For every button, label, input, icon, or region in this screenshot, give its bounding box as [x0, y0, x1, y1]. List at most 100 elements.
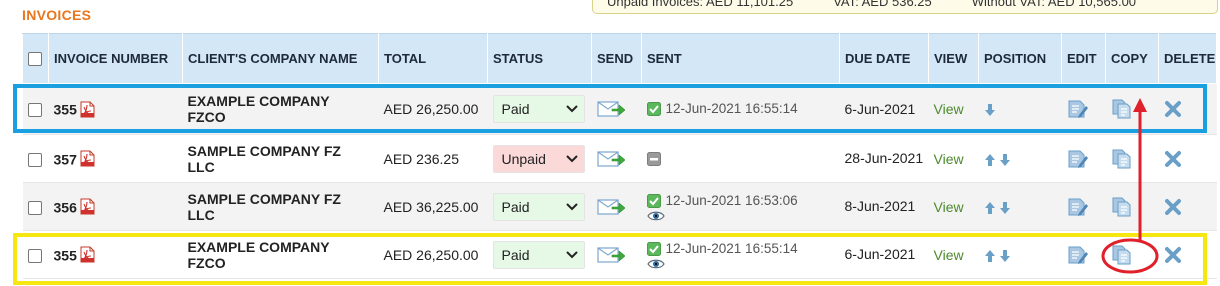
- client-name-line1: SAMPLE COMPANY FZ: [187, 142, 342, 159]
- arrow-down-icon[interactable]: [984, 103, 996, 117]
- section-title: INVOICES: [22, 7, 92, 23]
- arrow-down-icon[interactable]: [999, 201, 1011, 215]
- send-email-icon[interactable]: [597, 100, 625, 118]
- table-row: 355 EXAMPLE COMPANY FZCO AED 26,250.00 Pa…: [22, 83, 1217, 135]
- invoice-total: AED 36,225.00: [378, 182, 488, 231]
- invoice-summary-box: Unpaid Invoices: AED 11,101.25 VAT: AED …: [592, 0, 1218, 14]
- pdf-file-icon[interactable]: [80, 150, 95, 167]
- row-checkbox[interactable]: [27, 200, 42, 215]
- copy-icon[interactable]: [1111, 245, 1133, 265]
- header-sent[interactable]: SENT: [641, 33, 840, 84]
- view-link[interactable]: View: [934, 151, 964, 167]
- delete-x-icon[interactable]: [1164, 246, 1182, 264]
- header-edit: EDIT: [1061, 33, 1106, 84]
- due-date: 8-Jun-2021: [839, 182, 929, 231]
- client-name-line1: SAMPLE COMPANY FZ: [187, 190, 342, 207]
- arrow-down-icon[interactable]: [999, 249, 1011, 263]
- check-sent-icon: [647, 242, 661, 256]
- send-email-icon[interactable]: [597, 198, 625, 216]
- header-status[interactable]: STATUS: [487, 33, 592, 84]
- header-invoice-number[interactable]: INVOICE NUMBER: [48, 33, 183, 84]
- due-date: 28-Jun-2021: [839, 134, 929, 183]
- pdf-file-icon[interactable]: [80, 198, 95, 215]
- chevron-down-icon: [566, 203, 578, 211]
- check-sent-icon: [647, 102, 661, 116]
- table-row: 355 EXAMPLE COMPANY FZCO AED 26,250.00 Pa…: [22, 230, 1217, 279]
- invoice-total: AED 236.25: [378, 134, 488, 183]
- arrow-down-icon[interactable]: [999, 153, 1011, 167]
- status-select[interactable]: Paid: [492, 192, 585, 221]
- invoice-total: AED 26,250.00: [378, 230, 488, 279]
- edit-icon[interactable]: [1067, 197, 1089, 217]
- copy-icon[interactable]: [1111, 197, 1133, 217]
- delete-x-icon[interactable]: [1164, 150, 1182, 168]
- view-link[interactable]: View: [934, 101, 964, 117]
- due-date: 6-Jun-2021: [839, 230, 929, 279]
- status-value: Paid: [501, 198, 530, 215]
- header-client[interactable]: CLIENT'S COMPANY NAME: [182, 33, 379, 84]
- status-value: Paid: [501, 246, 530, 263]
- invoice-number: 357: [53, 150, 77, 167]
- client-name-line2: FZCO: [187, 254, 226, 271]
- unpaid-total: Unpaid Invoices: AED 11,101.25: [607, 0, 794, 9]
- check-sent-icon: [647, 194, 661, 208]
- copy-icon[interactable]: [1111, 99, 1133, 119]
- due-date: 6-Jun-2021: [839, 83, 929, 135]
- view-link[interactable]: View: [934, 247, 964, 263]
- header-position: POSITION: [978, 33, 1062, 84]
- row-checkbox[interactable]: [27, 152, 42, 167]
- vat-total: VAT: AED 536.25: [833, 0, 932, 9]
- send-email-icon[interactable]: [597, 150, 625, 168]
- header-delete: DELETE: [1158, 33, 1217, 84]
- client-name-line2: FZCO: [187, 109, 226, 125]
- invoice-number: 355: [53, 246, 77, 263]
- status-value: Unpaid: [501, 150, 546, 167]
- client-name-line1: EXAMPLE COMPANY: [187, 93, 330, 109]
- eye-icon: [647, 258, 665, 270]
- delete-x-icon[interactable]: [1164, 198, 1182, 216]
- sent-timestamp: 12-Jun-2021 16:55:14: [665, 240, 798, 256]
- header-view: VIEW: [928, 33, 979, 84]
- select-all-checkbox[interactable]: [28, 52, 42, 67]
- copy-icon[interactable]: [1111, 149, 1133, 169]
- table-row: 357 SAMPLE COMPANY FZ LLC AED 236.25 Unpa…: [22, 134, 1217, 183]
- edit-icon[interactable]: [1067, 99, 1089, 119]
- status-select[interactable]: Paid: [492, 95, 585, 123]
- arrow-up-icon[interactable]: [984, 201, 996, 215]
- without-vat-total: Without VAT: AED 10,565.00: [971, 0, 1137, 9]
- client-name-line2: LLC: [187, 206, 215, 223]
- invoice-total: AED 26,250.00: [378, 83, 488, 135]
- row-checkbox[interactable]: [27, 103, 42, 118]
- pdf-file-icon[interactable]: [80, 246, 95, 263]
- eye-icon: [647, 210, 665, 222]
- header-copy: COPY: [1105, 33, 1159, 84]
- invoices-table: INVOICE NUMBER CLIENT'S COMPANY NAME TOT…: [22, 33, 1217, 279]
- delete-x-icon[interactable]: [1164, 100, 1182, 118]
- status-value: Paid: [501, 101, 530, 117]
- header-send: SEND: [591, 33, 642, 84]
- send-email-icon[interactable]: [597, 246, 625, 264]
- not-sent-icon: [647, 152, 661, 166]
- view-link[interactable]: View: [934, 199, 964, 215]
- chevron-down-icon: [566, 105, 578, 113]
- status-select[interactable]: Unpaid: [492, 144, 585, 173]
- table-row: 356 SAMPLE COMPANY FZ LLC AED 36,225.00 P…: [22, 182, 1217, 231]
- edit-icon[interactable]: [1067, 149, 1089, 169]
- row-checkbox[interactable]: [27, 248, 42, 263]
- sent-timestamp: 12-Jun-2021 16:55:14: [665, 101, 798, 116]
- arrow-up-icon[interactable]: [984, 249, 996, 263]
- chevron-down-icon: [566, 251, 578, 259]
- edit-icon[interactable]: [1067, 245, 1089, 265]
- chevron-down-icon: [566, 155, 578, 163]
- client-name-line2: LLC: [187, 158, 215, 175]
- sent-timestamp: 12-Jun-2021 16:53:06: [665, 192, 798, 208]
- select-all-header[interactable]: [22, 33, 49, 84]
- status-select[interactable]: Paid: [492, 240, 585, 269]
- header-due-date[interactable]: DUE DATE: [839, 33, 929, 84]
- invoice-number: 356: [53, 198, 77, 215]
- client-name-line1: EXAMPLE COMPANY: [187, 238, 330, 255]
- pdf-file-icon[interactable]: [80, 101, 95, 118]
- arrow-up-icon[interactable]: [984, 153, 996, 167]
- header-total[interactable]: TOTAL: [378, 33, 488, 84]
- invoice-number: 355: [53, 101, 77, 118]
